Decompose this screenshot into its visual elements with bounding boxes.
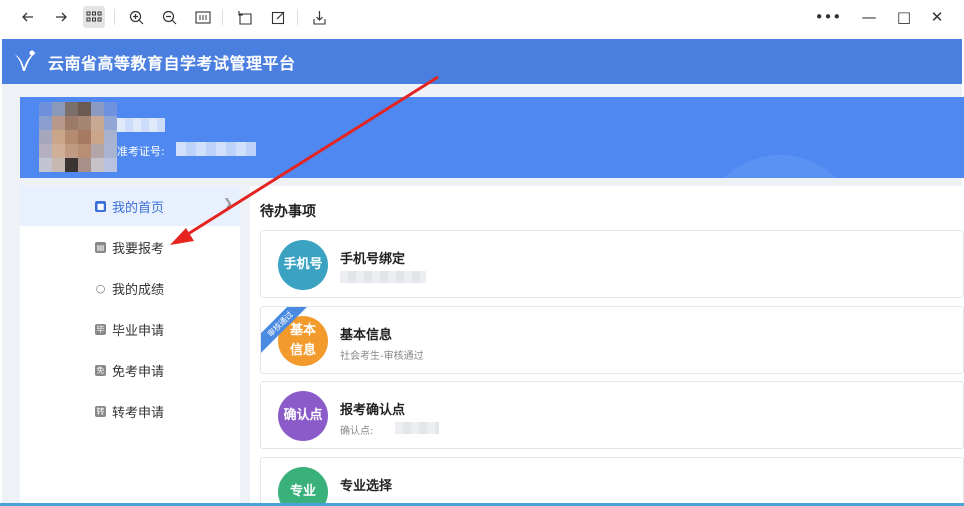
- todo-card-basic-info[interactable]: 基本 信息 审核通过 基本信息 社会考生-审核通过: [260, 306, 964, 374]
- sidebar-item-graduation[interactable]: 毕 毕业申请: [20, 309, 240, 349]
- minimize-icon[interactable]: —: [858, 6, 880, 28]
- graduate-icon: 毕: [95, 323, 106, 335]
- card-subtitle-redacted: [340, 271, 426, 283]
- todo-card-major[interactable]: 专业 专业选择: [260, 457, 964, 506]
- major-badge-icon: 专业: [278, 467, 328, 506]
- chevron-right-icon: ❯: [223, 196, 234, 210]
- logo-icon: [15, 50, 37, 71]
- student-name-redacted: [117, 118, 165, 132]
- sidebar-item-label: 我的成绩: [112, 282, 165, 298]
- section-title: 待办事项: [260, 204, 316, 220]
- home-icon: ■: [95, 200, 106, 212]
- sidebar-item-label: 我的首页: [112, 200, 165, 216]
- register-icon: ▤: [95, 241, 106, 253]
- confirm-point-redacted: [395, 422, 439, 434]
- maximize-icon[interactable]: □: [893, 6, 915, 28]
- exempt-icon: 免: [95, 364, 106, 376]
- ticket-number-redacted: [176, 142, 256, 156]
- card-subtitle: 社会考生-审核通过: [340, 351, 424, 362]
- zoom-out-icon[interactable]: [158, 6, 180, 28]
- sidebar-item-label: 免考申请: [112, 364, 165, 380]
- toolbar-divider: [114, 9, 115, 25]
- fit-width-icon[interactable]: [192, 6, 214, 28]
- app-header: 云南省高等教育自学考试管理平台: [2, 39, 962, 84]
- grid-icon[interactable]: [83, 6, 105, 28]
- more-icon[interactable]: •••: [815, 6, 842, 28]
- banner-decoration: [700, 155, 860, 178]
- sidebar: ■ 我的首页 ❯ ▤ 我要报考 ○ 我的成绩 毕 毕业申请 免 免考申请 转 转…: [20, 186, 240, 506]
- card-title: 专业选择: [340, 479, 393, 494]
- screen: ••• — □ ✕ 云南省高等教育自学考试管理平台 准考证号: ■ 我的首页 ❯…: [0, 0, 964, 506]
- zoom-in-icon[interactable]: [125, 6, 147, 28]
- todo-card-phone[interactable]: 手机号 手机号绑定: [260, 230, 964, 298]
- transfer-icon: 转: [95, 405, 106, 417]
- phone-badge-icon: 手机号: [278, 240, 328, 290]
- download-icon[interactable]: [308, 6, 330, 28]
- toolbar-divider: [222, 9, 223, 25]
- card-title: 手机号绑定: [340, 252, 406, 267]
- sidebar-item-home[interactable]: ■ 我的首页 ❯: [20, 186, 240, 226]
- card-title: 报考确认点: [340, 403, 406, 418]
- arrow-right-icon[interactable]: [50, 6, 72, 28]
- toolbar-divider: [297, 9, 298, 25]
- sidebar-item-register[interactable]: ▤ 我要报考: [20, 227, 240, 267]
- arrow-left-icon[interactable]: [17, 6, 39, 28]
- edit-icon[interactable]: [267, 6, 289, 28]
- sidebar-item-label: 我要报考: [112, 241, 165, 257]
- sidebar-item-label: 转考申请: [112, 405, 165, 421]
- confirm-point-badge-icon: 确认点: [278, 391, 328, 441]
- score-icon: ○: [95, 281, 106, 295]
- sidebar-item-scores[interactable]: ○ 我的成绩: [20, 268, 240, 308]
- card-title: 基本信息: [340, 328, 393, 343]
- todo-card-confirm-point[interactable]: 确认点 报考确认点 确认点:: [260, 381, 964, 449]
- card-subtitle: 确认点:: [340, 426, 374, 437]
- todo-panel: 待办事项 手机号 手机号绑定 基本 信息 审核通过 基本信息 社会考生-审核通过…: [250, 186, 964, 506]
- ticket-number-label: 准考证号:: [117, 145, 165, 158]
- close-icon[interactable]: ✕: [926, 6, 948, 28]
- app-title: 云南省高等教育自学考试管理平台: [48, 54, 296, 73]
- sidebar-item-label: 毕业申请: [112, 323, 165, 339]
- sidebar-item-exemption[interactable]: 免 免考申请: [20, 350, 240, 390]
- browser-toolbar: ••• — □ ✕: [0, 0, 964, 34]
- rotate-icon[interactable]: [234, 6, 256, 28]
- profile-banner: 准考证号:: [20, 97, 964, 178]
- avatar[interactable]: [39, 102, 117, 172]
- sidebar-item-transfer[interactable]: 转 转考申请: [20, 391, 240, 431]
